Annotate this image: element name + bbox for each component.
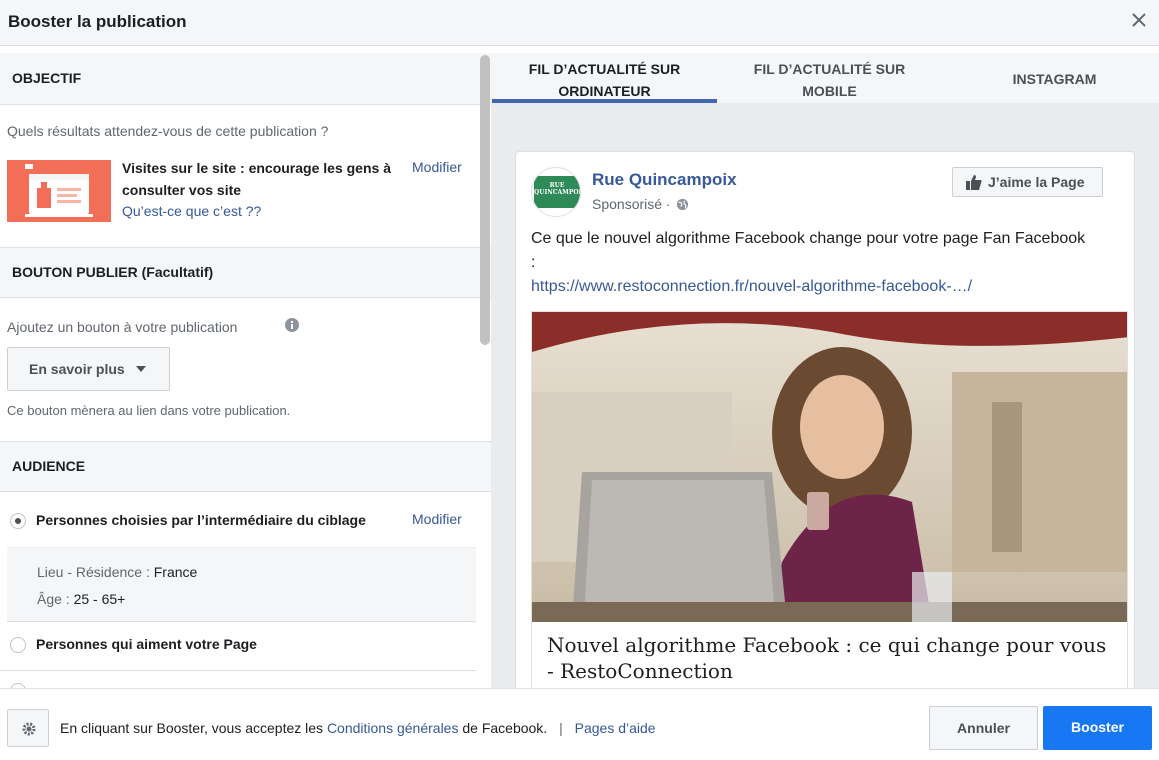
audience-header-label: AUDIENCE bbox=[12, 458, 86, 474]
info-icon[interactable] bbox=[285, 318, 299, 332]
tab-instagram-label: INSTAGRAM bbox=[1012, 71, 1097, 87]
objective-question: Quels résultats attendez-vous de cette p… bbox=[7, 123, 329, 139]
caret-down-icon bbox=[136, 366, 146, 372]
cta-select[interactable]: En savoir plus bbox=[7, 347, 170, 391]
objective-modify-link[interactable]: Modifier bbox=[412, 159, 462, 175]
like-page-label: J’aime la Page bbox=[988, 174, 1085, 190]
post-url[interactable]: https://www.restoconnection.fr/nouvel-al… bbox=[531, 275, 972, 299]
audience-header: AUDIENCE bbox=[0, 441, 491, 492]
audience-details: Lieu - Résidence : France Âge : 25 - 65+ bbox=[7, 547, 476, 622]
post-text: Ce que le nouvel algorithme Facebook cha… bbox=[531, 230, 1086, 271]
audience-option-targeting[interactable]: Personnes choisies par l’intermédiaire d… bbox=[0, 493, 476, 547]
dialog-header: Booster la publication bbox=[0, 0, 1159, 46]
objective-help-link[interactable]: Qu’est-ce que c’est ?? bbox=[122, 203, 261, 219]
link-preview-title: Nouvel algorithme Facebook : ce qui chan… bbox=[547, 633, 1107, 683]
tab-mobile-feed-line2: MOBILE bbox=[802, 83, 857, 99]
publish-button-header-label: BOUTON PUBLIER (Facultatif) bbox=[12, 264, 214, 280]
objective-header-label: OBJECTIF bbox=[12, 70, 82, 86]
terms-link[interactable]: Conditions générales bbox=[327, 720, 459, 736]
settings-button[interactable] bbox=[7, 709, 49, 747]
dialog-title: Booster la publication bbox=[8, 12, 187, 31]
like-page-button[interactable]: J’aime la Page bbox=[952, 167, 1103, 197]
settings-panel: OBJECTIF Quels résultats attendez-vous d… bbox=[0, 53, 491, 688]
page-avatar: RUE QUINCAMPOIX bbox=[531, 167, 581, 217]
publish-button-hint: Ce bouton mènera au lien dans votre publ… bbox=[7, 403, 291, 418]
tab-mobile-feed[interactable]: FIL D’ACTUALITÉ SUR MOBILE bbox=[717, 53, 942, 103]
sponsored-label: Sponsorisé · bbox=[592, 196, 671, 212]
radio-selected[interactable] bbox=[10, 513, 26, 529]
audience-option-targeting-label: Personnes choisies par l’intermédiaire d… bbox=[36, 512, 366, 528]
dialog-footer: En cliquant sur Booster, vous acceptez l… bbox=[0, 688, 1159, 760]
page-name[interactable]: Rue Quincampoix bbox=[592, 170, 737, 190]
tab-mobile-feed-line1: FIL D’ACTUALITÉ SUR bbox=[753, 61, 906, 77]
publish-button-header: BOUTON PUBLIER (Facultatif) bbox=[0, 247, 491, 298]
location-label: Lieu - Résidence : bbox=[37, 564, 150, 580]
post-link-preview[interactable]: Nouvel algorithme Facebook : ce qui chan… bbox=[531, 311, 1128, 688]
objective-header: OBJECTIF bbox=[0, 53, 491, 105]
age-label: Âge : bbox=[37, 591, 70, 607]
tab-desktop-feed-line1: FIL D’ACTUALITÉ SUR bbox=[528, 61, 681, 77]
globe-icon bbox=[677, 198, 689, 211]
tab-instagram[interactable]: INSTAGRAM bbox=[942, 53, 1159, 103]
avatar-logo-text: RUE QUINCAMPOIX bbox=[534, 182, 581, 196]
scrollbar[interactable] bbox=[480, 55, 490, 345]
footer-text-before: En cliquant sur Booster, vous acceptez l… bbox=[60, 720, 324, 736]
age-value: 25 - 65+ bbox=[73, 591, 126, 607]
cta-select-value: En savoir plus bbox=[29, 361, 125, 377]
help-pages-link[interactable]: Pages d’aide bbox=[575, 720, 656, 736]
boost-button[interactable]: Booster bbox=[1043, 706, 1152, 750]
gear-icon bbox=[22, 722, 36, 736]
audience-modify-link[interactable]: Modifier bbox=[412, 511, 462, 527]
preview-tabs: FIL D’ACTUALITÉ SUR ORDINATEUR FIL D’ACT… bbox=[491, 53, 1159, 103]
radio-unselected[interactable] bbox=[10, 637, 26, 653]
boost-button-label: Booster bbox=[1071, 719, 1124, 735]
tab-desktop-feed-line2: ORDINATEUR bbox=[558, 83, 651, 99]
objective-illustration bbox=[7, 160, 111, 222]
link-preview-image bbox=[532, 312, 1127, 622]
close-icon[interactable] bbox=[1127, 8, 1151, 32]
footer-separator: | bbox=[559, 720, 563, 736]
footer-text-after: de Facebook. bbox=[462, 720, 548, 736]
tab-desktop-feed[interactable]: FIL D’ACTUALITÉ SUR ORDINATEUR bbox=[492, 53, 717, 103]
cancel-button-label: Annuler bbox=[957, 720, 1010, 736]
preview-panel: FIL D’ACTUALITÉ SUR ORDINATEUR FIL D’ACT… bbox=[491, 53, 1159, 688]
publish-button-label: Ajoutez un bouton à votre publication bbox=[7, 319, 238, 335]
thumbs-up-icon bbox=[966, 175, 982, 190]
objective-title: Visites sur le site : encourage les gens… bbox=[122, 160, 391, 198]
audience-option-page-fans-label: Personnes qui aiment votre Page bbox=[36, 636, 257, 652]
post-preview: RUE QUINCAMPOIX Rue Quincampoix Sponsori… bbox=[515, 151, 1135, 688]
audience-option-page-fans[interactable]: Personnes qui aiment votre Page bbox=[0, 623, 476, 671]
location-value: France bbox=[153, 564, 198, 580]
cancel-button[interactable]: Annuler bbox=[929, 706, 1038, 750]
